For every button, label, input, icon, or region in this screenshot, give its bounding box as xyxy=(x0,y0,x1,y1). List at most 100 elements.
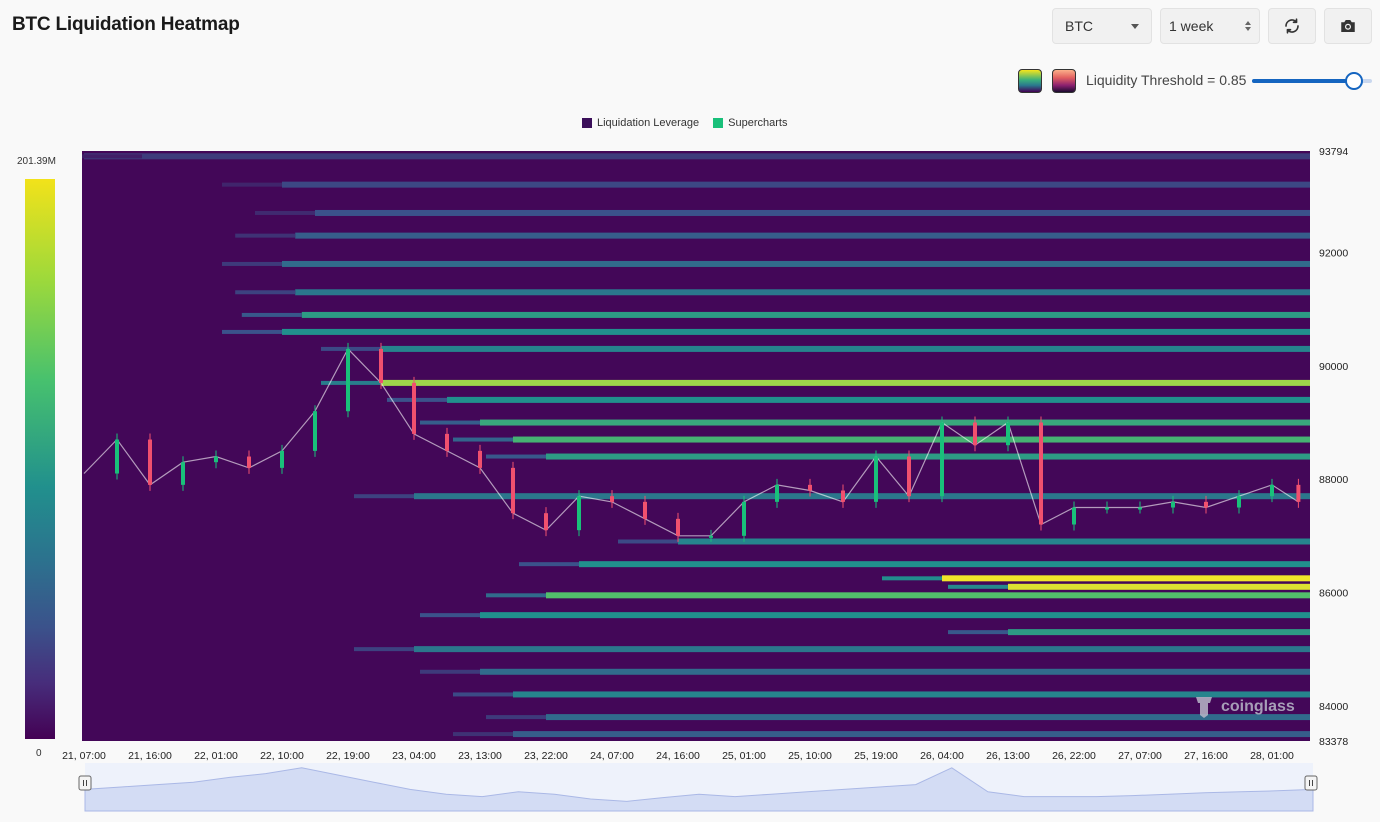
heatmap-band-fade xyxy=(882,576,942,581)
candle-body xyxy=(1204,501,1208,508)
heatmap-band xyxy=(282,260,1310,267)
heatmap-band-fade xyxy=(387,397,447,402)
heatmap-band-fade xyxy=(618,539,678,544)
candle-body xyxy=(676,518,680,536)
x-tick-label: 22, 01:00 xyxy=(194,750,238,762)
candle-body xyxy=(643,501,647,519)
heatmap-band-fade xyxy=(453,437,513,442)
x-tick-label: 25, 01:00 xyxy=(722,750,766,762)
candle-body xyxy=(1171,501,1175,508)
x-tick-label: 23, 22:00 xyxy=(524,750,568,762)
heatmap-band-fade xyxy=(241,312,302,317)
watermark-text: coinglass xyxy=(1221,698,1295,715)
candle-body xyxy=(544,513,548,531)
candle-body xyxy=(742,501,746,536)
heatmap-background xyxy=(82,151,1310,741)
heatmap-band xyxy=(84,153,1310,160)
candle-body xyxy=(1072,507,1076,525)
candle-body xyxy=(1270,484,1274,497)
candle-body xyxy=(1237,496,1241,508)
candle-body xyxy=(214,456,218,463)
heatmap-band xyxy=(1008,583,1310,590)
candle-body xyxy=(577,496,581,531)
heatmap-band xyxy=(942,575,1310,582)
candle-body xyxy=(940,422,944,497)
candle-body xyxy=(775,484,779,502)
heatmap-band xyxy=(282,181,1310,188)
navigator-handle[interactable] xyxy=(78,775,92,791)
heatmap-band xyxy=(678,538,1310,545)
heatmap-band xyxy=(1008,629,1310,636)
candle-body xyxy=(412,382,416,434)
heatmap-band-fade xyxy=(420,613,480,618)
candle-body xyxy=(313,411,317,451)
candle-body xyxy=(445,433,449,451)
heatmap-band xyxy=(480,668,1310,675)
heatmap-band xyxy=(480,612,1310,619)
heatmap-band-fade xyxy=(453,732,513,737)
candle-body xyxy=(280,450,284,468)
y-tick-label: 86000 xyxy=(1319,587,1348,599)
heatmap-band-fade xyxy=(222,182,282,187)
heatmap-band xyxy=(295,289,1310,296)
candle-body xyxy=(148,439,152,485)
heatmap-band-fade xyxy=(222,261,282,266)
x-tick-label: 27, 16:00 xyxy=(1184,750,1228,762)
y-tick-label: 93794 xyxy=(1319,146,1348,158)
candle-body xyxy=(1138,507,1142,510)
x-tick-label: 27, 07:00 xyxy=(1118,750,1162,762)
candle-body xyxy=(1105,507,1109,510)
heatmap-band-fade xyxy=(235,290,296,295)
candle-body xyxy=(709,535,713,538)
x-tick-label: 22, 19:00 xyxy=(326,750,370,762)
heatmap-band-fade xyxy=(948,584,1008,589)
heatmap-band xyxy=(579,561,1310,568)
heatmap-band-fade xyxy=(948,630,1008,635)
heatmap-band xyxy=(295,232,1310,239)
x-tick-label: 22, 10:00 xyxy=(260,750,304,762)
heatmap-band xyxy=(301,311,1310,318)
heatmap-band xyxy=(513,436,1310,443)
y-tick-label: 83378 xyxy=(1319,736,1348,748)
x-tick-label: 24, 16:00 xyxy=(656,750,700,762)
x-tick-label: 26, 04:00 xyxy=(920,750,964,762)
heatmap-band-fade xyxy=(420,420,480,425)
candle-body xyxy=(1039,422,1043,525)
heatmap-band-fade xyxy=(354,647,414,652)
heatmap-band-fade xyxy=(235,233,296,238)
heatmap-band xyxy=(546,592,1310,599)
heatmap-band xyxy=(513,731,1310,738)
candle-body xyxy=(511,467,515,514)
heatmap-band xyxy=(381,379,1310,386)
heatmap-band-fade xyxy=(354,494,414,499)
candle-body xyxy=(1296,484,1301,502)
x-tick-label: 25, 19:00 xyxy=(854,750,898,762)
candle-body xyxy=(181,462,185,485)
heatmap-band xyxy=(447,396,1310,403)
x-tick-label: 26, 22:00 xyxy=(1052,750,1096,762)
heatmap-band-fade xyxy=(255,210,315,215)
candle-body xyxy=(907,456,911,497)
x-tick-label: 28, 01:00 xyxy=(1250,750,1294,762)
candle-body xyxy=(610,496,614,502)
candle-body xyxy=(1006,422,1010,446)
candle-body xyxy=(808,484,812,491)
heatmap-chart[interactable]: 93794 92000 90000 88000 86000 84000 83378 21, 0… xyxy=(0,0,1380,822)
candle-body xyxy=(346,348,350,412)
heatmap-band-fade xyxy=(453,692,513,697)
heatmap-band-fade xyxy=(321,346,381,351)
heatmap-band xyxy=(282,328,1310,335)
heatmap-band-fade xyxy=(519,562,579,567)
candle-body xyxy=(478,450,482,468)
x-tick-label: 25, 10:00 xyxy=(788,750,832,762)
x-tick-label: 24, 07:00 xyxy=(590,750,634,762)
heatmap-band-fade xyxy=(486,454,546,459)
heatmap-band xyxy=(414,646,1310,653)
heatmap-band xyxy=(414,493,1310,500)
heatmap-band-fade xyxy=(82,154,142,159)
candle-body xyxy=(115,439,119,474)
coinglass-logo-icon xyxy=(1196,697,1212,718)
y-tick-label: 84000 xyxy=(1319,701,1348,713)
navigator-handle[interactable] xyxy=(1304,775,1318,791)
y-tick-label: 90000 xyxy=(1319,361,1348,373)
